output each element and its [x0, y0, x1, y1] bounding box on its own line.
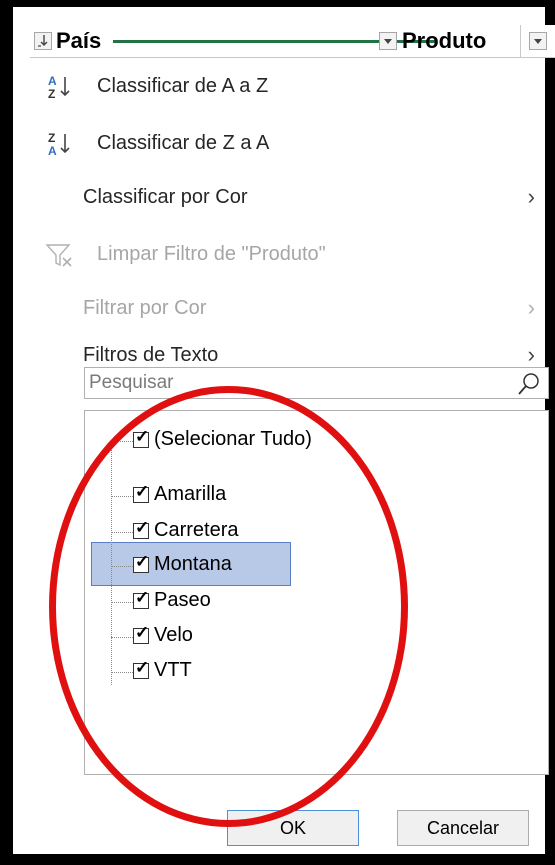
sort-by-color-item[interactable]: Classificar por Cor ›	[30, 178, 545, 216]
clear-filter-label: Limpar Filtro de "Produto"	[97, 243, 326, 265]
list-item-carretera[interactable]: ✓ Carretera	[85, 516, 425, 550]
filter-values-list[interactable]: ✓ (Selecionar Tudo) ✓ Amarilla ✓ Carrete…	[84, 410, 549, 775]
search-icon[interactable]	[516, 371, 542, 397]
list-item-label: Montana	[154, 553, 232, 575]
clear-filter-icon	[45, 244, 72, 267]
checkbox[interactable]: ✓	[133, 519, 149, 539]
checkmark-icon: ✓	[135, 427, 150, 446]
list-item-montana[interactable]: ✓ Montana	[85, 550, 425, 584]
chevron-right-icon: ›	[527, 184, 535, 209]
list-item-vtt[interactable]: ✓ VTT	[85, 656, 425, 690]
checkmark-icon: ✓	[135, 658, 150, 677]
checkmark-icon: ✓	[135, 588, 150, 607]
search-placeholder: Pesquisar	[89, 372, 174, 393]
search-input[interactable]: Pesquisar	[84, 367, 549, 399]
sort-ascending-icon: A Z	[48, 74, 70, 101]
list-item-label: Velo	[154, 624, 193, 646]
filter-dropdown-button[interactable]	[379, 32, 397, 50]
list-item-velo[interactable]: ✓ Velo	[85, 621, 425, 655]
svg-text:A: A	[48, 74, 57, 88]
tree-connector	[111, 566, 133, 567]
list-item-label: Carretera	[154, 519, 239, 541]
tree-connector	[111, 672, 133, 673]
text-filters-label: Filtros de Texto	[83, 344, 219, 366]
checkbox[interactable]: ✓	[133, 589, 149, 609]
tree-connector	[111, 532, 133, 533]
chevron-right-icon: ›	[527, 295, 535, 320]
checkmark-icon: ✓	[135, 482, 150, 501]
tree-connector	[111, 602, 133, 603]
tree-connector	[111, 441, 133, 442]
sort-descending-icon: Z A	[48, 131, 70, 158]
list-item-select-all[interactable]: ✓ (Selecionar Tudo)	[85, 425, 425, 459]
sort-filter-icon[interactable]	[34, 32, 52, 50]
checkmark-icon: ✓	[135, 518, 150, 537]
ok-button[interactable]: OK	[227, 810, 359, 846]
column-divider	[520, 25, 521, 57]
tree-connector	[111, 496, 133, 497]
sort-by-color-label: Classificar por Cor	[83, 186, 248, 208]
svg-text:A: A	[48, 144, 57, 158]
checkbox[interactable]: ✓	[133, 428, 149, 448]
chevron-right-icon: ›	[527, 342, 535, 367]
tree-connector	[111, 637, 133, 638]
checkbox[interactable]: ✓	[133, 483, 149, 503]
filter-by-color-item[interactable]: Filtrar por Cor ›	[30, 289, 545, 327]
filter-by-color-label: Filtrar por Cor	[83, 297, 207, 319]
column-header-produto: Produto	[402, 28, 487, 53]
list-item-paseo[interactable]: ✓ Paseo	[85, 586, 425, 620]
list-item-label: Amarilla	[154, 483, 227, 505]
checkmark-icon: ✓	[135, 623, 150, 642]
sort-z-to-a-item[interactable]: Z A Classificar de Z a A	[30, 124, 545, 162]
list-item-label: VTT	[154, 659, 192, 681]
checkbox[interactable]: ✓	[133, 553, 149, 573]
column-header-row: País Produto	[30, 25, 555, 58]
filter-dropdown-button-active[interactable]	[529, 32, 547, 50]
svg-text:Z: Z	[48, 87, 55, 101]
checkbox[interactable]: ✓	[133, 624, 149, 644]
sort-a-to-z-item[interactable]: A Z Classificar de A a Z	[30, 67, 545, 105]
clear-filter-item[interactable]: Limpar Filtro de "Produto"	[30, 235, 545, 273]
svg-text:Z: Z	[48, 131, 55, 145]
list-item-label: Paseo	[154, 589, 211, 611]
sort-a-to-z-label: Classificar de A a Z	[97, 75, 269, 97]
checkmark-icon: ✓	[135, 552, 150, 571]
sort-down-icon	[38, 35, 48, 47]
checkbox[interactable]: ✓	[133, 659, 149, 679]
cancel-button[interactable]: Cancelar	[397, 810, 529, 846]
chevron-down-icon	[384, 39, 392, 44]
list-item-label: (Selecionar Tudo)	[154, 428, 312, 450]
chevron-down-icon	[534, 39, 542, 44]
list-item-amarilla[interactable]: ✓ Amarilla	[85, 480, 425, 514]
sort-z-to-a-label: Classificar de Z a A	[97, 132, 270, 154]
column-header-pais: País	[56, 28, 102, 53]
